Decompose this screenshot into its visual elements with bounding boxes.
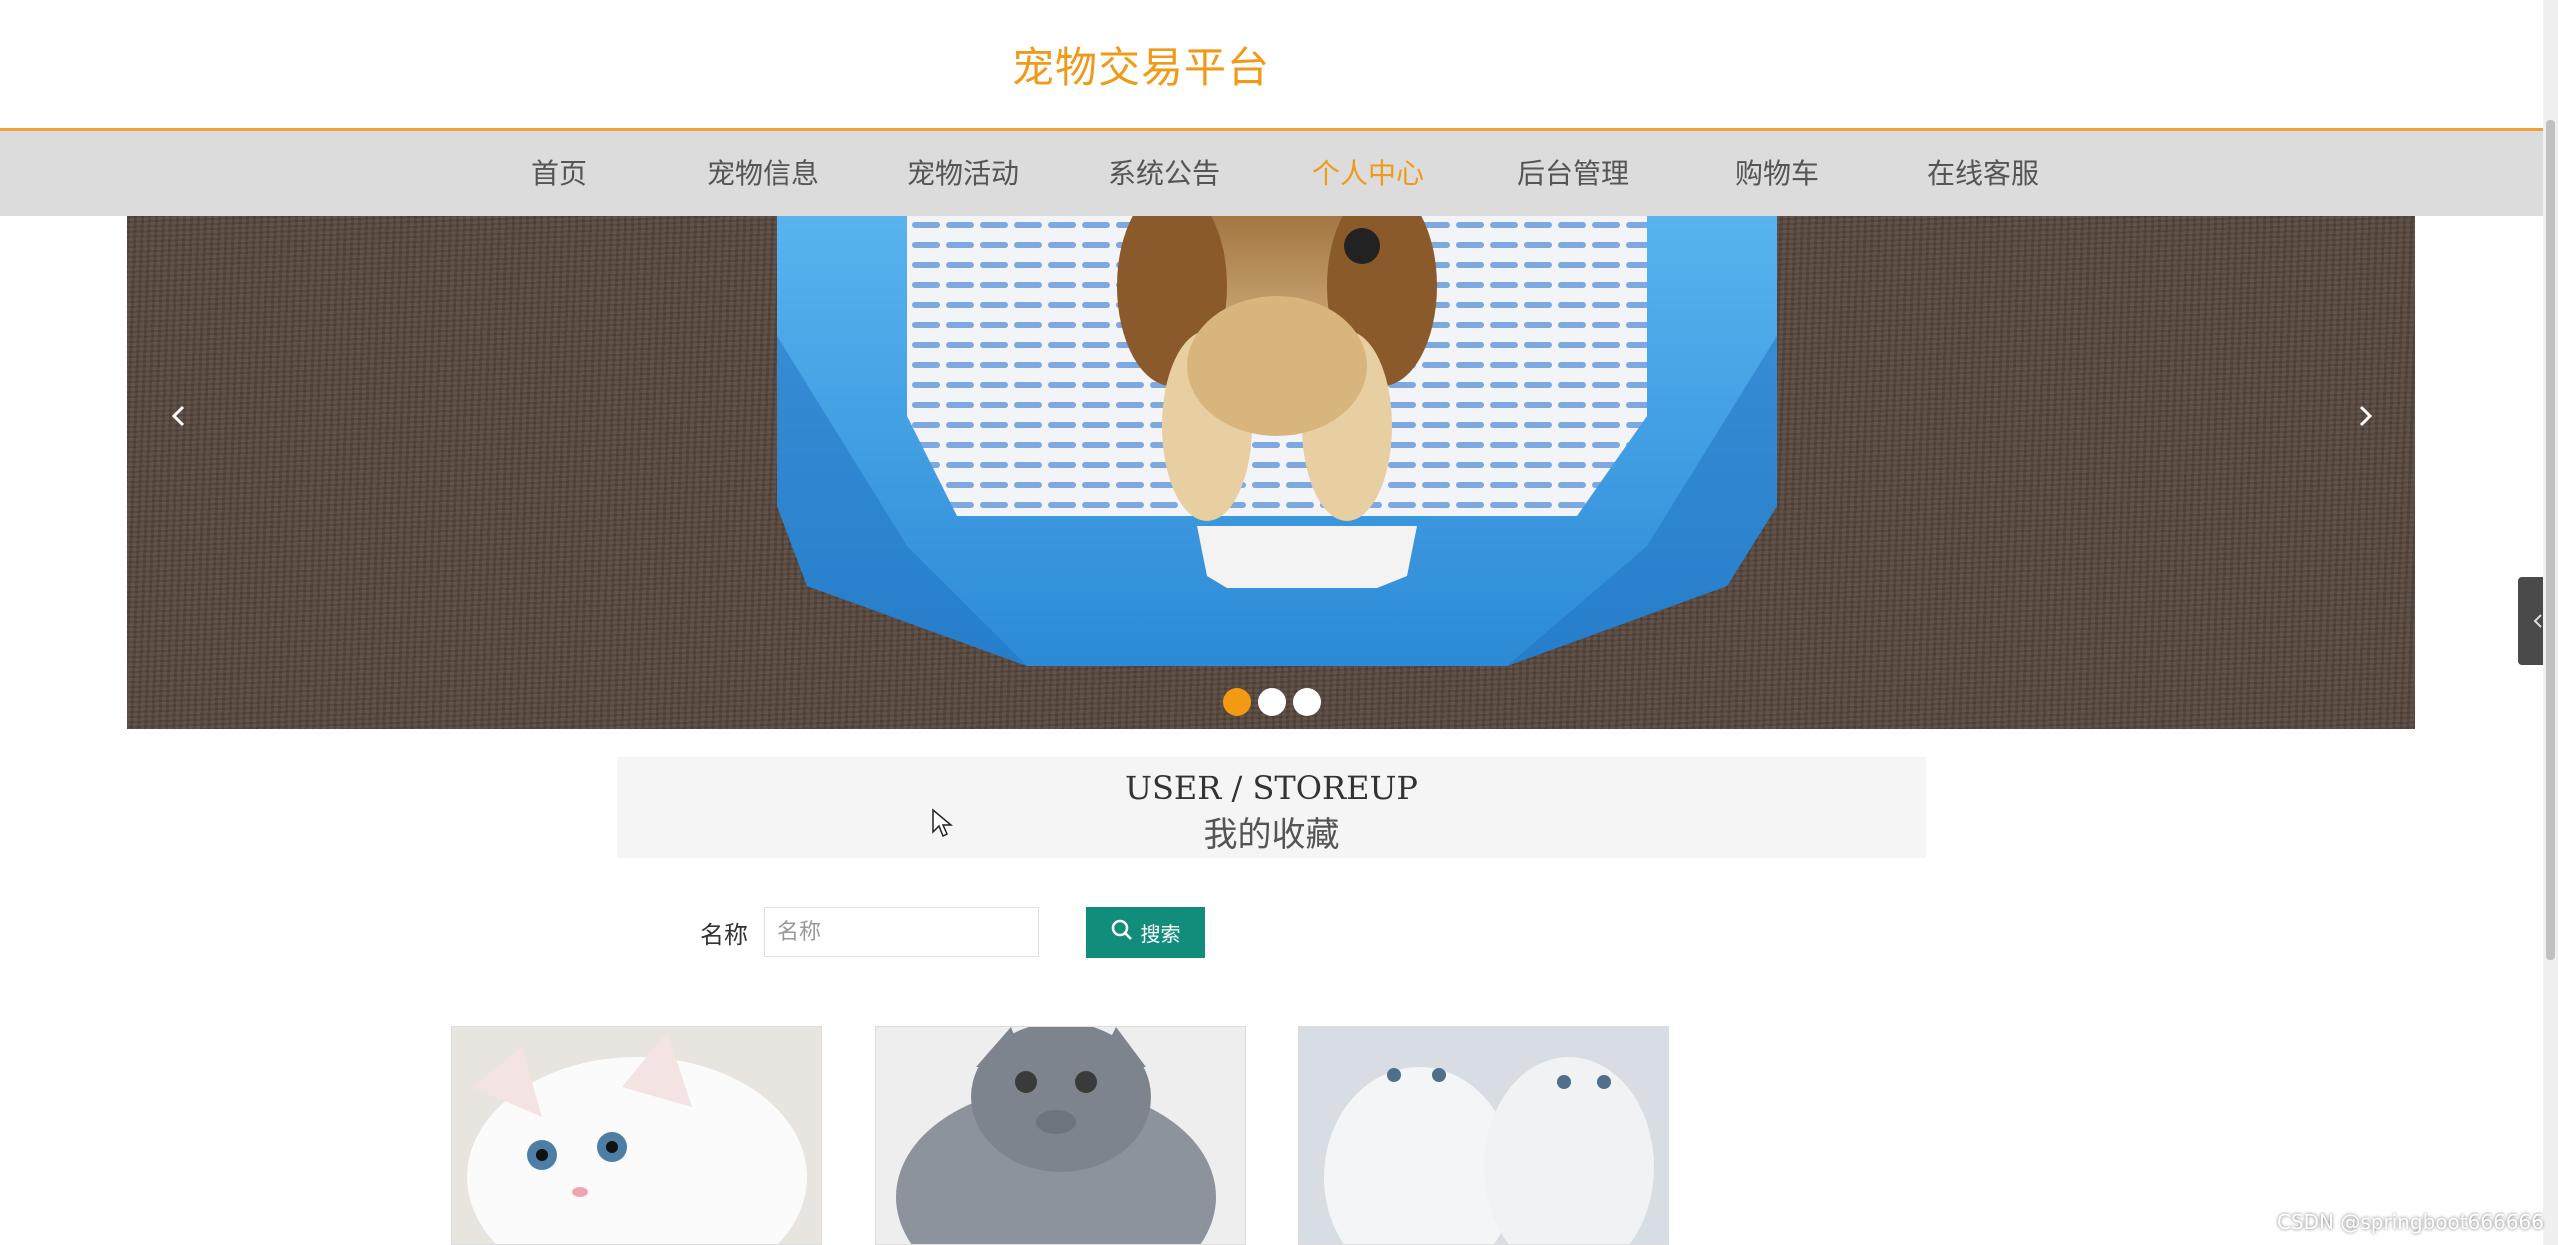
carousel-dot-2[interactable] — [1258, 688, 1286, 716]
banner-carousel — [127, 216, 2415, 729]
carousel-prev-button[interactable] — [149, 386, 209, 446]
chevron-left-icon — [171, 405, 185, 427]
watermark: CSDN @springboot666666 — [2276, 1210, 2544, 1234]
scrollbar-thumb[interactable] — [2546, 120, 2555, 960]
nav-item-personal-center[interactable]: 个人中心 — [1278, 131, 1458, 216]
nav-item-home[interactable]: 首页 — [469, 131, 649, 216]
nav-item-pet-activities[interactable]: 宠物活动 — [873, 131, 1053, 216]
favorite-card-2[interactable] — [875, 1026, 1246, 1245]
section-title-zh: 我的收藏 — [1203, 815, 1340, 855]
banner-image — [777, 216, 1777, 666]
site-header: 宠物交易平台 — [0, 0, 2543, 131]
nav-item-customer-service[interactable]: 在线客服 — [1893, 131, 2073, 216]
section-heading: USER / STOREUP 我的收藏 — [617, 757, 1926, 858]
search-button-label: 搜索 — [1140, 922, 1181, 946]
favorite-card-1[interactable] — [451, 1026, 822, 1245]
nav-item-admin[interactable]: 后台管理 — [1483, 131, 1663, 216]
card-image-grey-kitten — [876, 1027, 1245, 1244]
search-icon — [1111, 919, 1133, 946]
chevron-right-icon — [2359, 405, 2373, 427]
section-title-en: USER / STOREUP — [1125, 769, 1418, 807]
nav-item-pet-info[interactable]: 宠物信息 — [673, 131, 853, 216]
favorite-card-3[interactable] — [1298, 1026, 1669, 1245]
card-image-two-white-kittens — [1299, 1027, 1668, 1244]
carousel-dot-1[interactable] — [1223, 688, 1251, 716]
page-scrollbar[interactable] — [2543, 0, 2558, 1245]
nav-item-announcements[interactable]: 系统公告 — [1074, 131, 1254, 216]
search-button[interactable]: 搜索 — [1086, 907, 1205, 958]
site-title[interactable]: 宠物交易平台 — [1012, 34, 1270, 95]
carousel-next-button[interactable] — [2335, 386, 2395, 446]
main-nav: 首页 宠物信息 宠物活动 系统公告 个人中心 后台管理 购物车 在线客服 — [0, 131, 2543, 216]
card-image-white-kitten — [452, 1027, 821, 1244]
search-input[interactable] — [764, 907, 1039, 957]
mouse-cursor-icon — [932, 808, 953, 838]
carousel-dot-3[interactable] — [1293, 688, 1321, 716]
nav-item-cart[interactable]: 购物车 — [1687, 131, 1867, 216]
search-label: 名称 — [700, 921, 748, 949]
